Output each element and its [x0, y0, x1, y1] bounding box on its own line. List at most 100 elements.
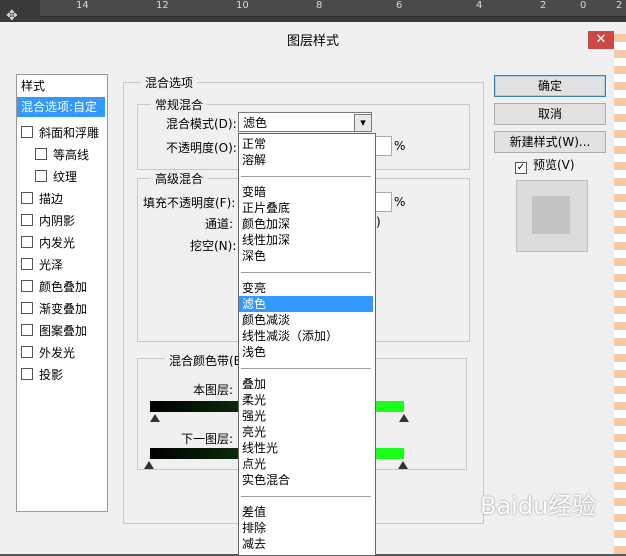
checkbox[interactable]: [21, 236, 33, 248]
blend-option-linear-light[interactable]: 线性光: [239, 440, 373, 456]
knockout-label: 挖空(N):: [190, 239, 237, 253]
style-item-stroke[interactable]: 描边: [21, 189, 63, 209]
blend-option-overlay[interactable]: 叠加: [239, 376, 373, 392]
checkbox[interactable]: [21, 324, 33, 336]
ruler-mark: 8: [316, 0, 323, 11]
blend-option-darker-color[interactable]: 深色: [239, 248, 373, 264]
underlying-layer-gradient-end[interactable]: [374, 448, 404, 459]
ruler-mark: 2: [616, 0, 623, 11]
dropdown-separator: [241, 176, 371, 177]
style-item-bevel-emboss[interactable]: 斜面和浮雕: [21, 123, 99, 143]
this-layer-black-slider[interactable]: [150, 414, 160, 422]
checkbox[interactable]: [21, 214, 33, 226]
blend-option-hard-mix[interactable]: 实色混合: [239, 472, 373, 488]
cancel-button[interactable]: 取消: [494, 103, 606, 125]
checkbox[interactable]: [21, 346, 33, 358]
chevron-down-icon[interactable]: ▾: [354, 114, 372, 132]
blend-option-color-dodge[interactable]: 颜色减淡: [239, 312, 373, 328]
channels-label: 通道:: [205, 217, 234, 231]
general-blending-label: 常规混合: [151, 96, 208, 113]
checkbox[interactable]: [35, 170, 47, 182]
preview-swatch-inner: [532, 196, 570, 234]
underlying-layer-gradient[interactable]: [150, 448, 240, 459]
style-item-color-overlay[interactable]: 颜色叠加: [21, 277, 87, 297]
ruler-mark: 12: [156, 0, 169, 11]
watermark: Baidu经验: [480, 492, 597, 520]
blend-option-pin-light[interactable]: 点光: [239, 456, 373, 472]
blend-option-exclusion[interactable]: 排除: [239, 520, 373, 536]
style-item-drop-shadow[interactable]: 投影: [21, 365, 63, 385]
blend-option-screen[interactable]: 滤色: [239, 296, 373, 312]
blend-option-subtract[interactable]: 减去: [239, 536, 373, 552]
checkbox[interactable]: [21, 126, 33, 138]
blending-options-label: 混合选项: [141, 74, 198, 91]
ruler-mark: 6: [396, 0, 403, 11]
blend-option-dissolve[interactable]: 溶解: [239, 152, 373, 168]
blend-option-linear-burn[interactable]: 线性加深: [239, 232, 373, 248]
dropdown-separator: [241, 368, 371, 369]
ruler-mark: 2: [540, 0, 547, 11]
style-item-inner-shadow[interactable]: 内阴影: [21, 211, 75, 231]
ruler-mark: 4: [476, 0, 483, 11]
this-layer-white-slider[interactable]: [399, 414, 409, 422]
blend-option-hard-light[interactable]: 强光: [239, 408, 373, 424]
ruler-mark: 10: [236, 0, 249, 11]
checkbox[interactable]: [35, 148, 47, 160]
blend-mode-dropdown: 正常 溶解 变暗 正片叠底 颜色加深 线性加深 深色 变亮 滤色 颜色减淡 线性…: [238, 133, 376, 556]
style-list: 样式 混合选项:自定 斜面和浮雕 等高线 纹理 描边 内阴影 内发光 光泽 颜色…: [16, 74, 108, 512]
style-item-pattern-overlay[interactable]: 图案叠加: [21, 321, 87, 341]
this-layer-gradient[interactable]: [150, 401, 240, 412]
style-item-gradient-overlay[interactable]: 渐变叠加: [21, 299, 87, 319]
blend-option-lighter-color[interactable]: 浅色: [239, 344, 373, 360]
fill-opacity-input[interactable]: [374, 192, 392, 212]
style-item-outer-glow[interactable]: 外发光: [21, 343, 75, 363]
dropdown-separator: [241, 272, 371, 273]
blend-option-vivid-light[interactable]: 亮光: [239, 424, 373, 440]
style-item-satin[interactable]: 光泽: [21, 255, 63, 275]
dialog-title: 图层样式: [286, 34, 339, 49]
opacity-input[interactable]: [374, 136, 392, 156]
blend-if-label: 混合颜色带(E: [165, 352, 246, 369]
ruler: 14 12 10 8 6 4 2 0 2: [40, 0, 626, 17]
blend-option-color-burn[interactable]: 颜色加深: [239, 216, 373, 232]
close-button[interactable]: ✕: [588, 31, 614, 49]
ruler-mark: 14: [76, 0, 89, 11]
style-list-header: 样式: [21, 79, 46, 93]
percent-sign: %: [394, 139, 406, 153]
blend-option-normal[interactable]: 正常: [239, 136, 373, 152]
check-icon[interactable]: ✓: [515, 162, 527, 174]
dropdown-separator: [241, 496, 371, 497]
advanced-blending-label: 高级混合: [151, 170, 208, 187]
opacity-label: 不透明度(O):: [166, 141, 237, 155]
this-layer-gradient-end[interactable]: [374, 401, 404, 412]
this-layer-label: 本图层:: [193, 383, 234, 397]
canvas-checkerboard: [614, 34, 626, 554]
blend-option-darken[interactable]: 变暗: [239, 184, 373, 200]
blend-option-lighten[interactable]: 变亮: [239, 280, 373, 296]
style-item-inner-glow[interactable]: 内发光: [21, 233, 75, 253]
new-style-button[interactable]: 新建样式(W)...: [494, 131, 606, 153]
underlying-black-slider[interactable]: [144, 461, 154, 469]
checkbox[interactable]: [21, 368, 33, 380]
checkbox[interactable]: [21, 258, 33, 270]
style-item-texture[interactable]: 纹理: [35, 167, 77, 187]
style-item-blending-options[interactable]: 混合选项:自定: [17, 97, 105, 117]
blend-option-multiply[interactable]: 正片叠底: [239, 200, 373, 216]
percent-sign: %: [394, 195, 406, 209]
ruler-mark: 0: [580, 0, 587, 11]
blend-option-linear-dodge[interactable]: 线性减淡（添加）: [239, 328, 373, 344]
ok-button[interactable]: 确定: [494, 75, 606, 97]
underlying-white-slider[interactable]: [398, 461, 408, 469]
checkbox[interactable]: [21, 192, 33, 204]
preview-checkbox[interactable]: ✓ 预览(V): [515, 156, 575, 174]
checkbox[interactable]: [21, 280, 33, 292]
blend-mode-select[interactable]: 滤色: [238, 112, 372, 132]
style-item-contour[interactable]: 等高线: [35, 145, 89, 165]
checkbox[interactable]: [21, 302, 33, 314]
underlying-layer-label: 下一图层:: [181, 432, 234, 446]
blend-option-difference[interactable]: 差值: [239, 504, 373, 520]
fill-opacity-label: 填充不透明度(F):: [143, 196, 236, 210]
blend-option-soft-light[interactable]: 柔光: [239, 392, 373, 408]
blend-mode-label: 混合模式(D):: [166, 117, 237, 131]
channels-paren: ): [376, 215, 381, 229]
